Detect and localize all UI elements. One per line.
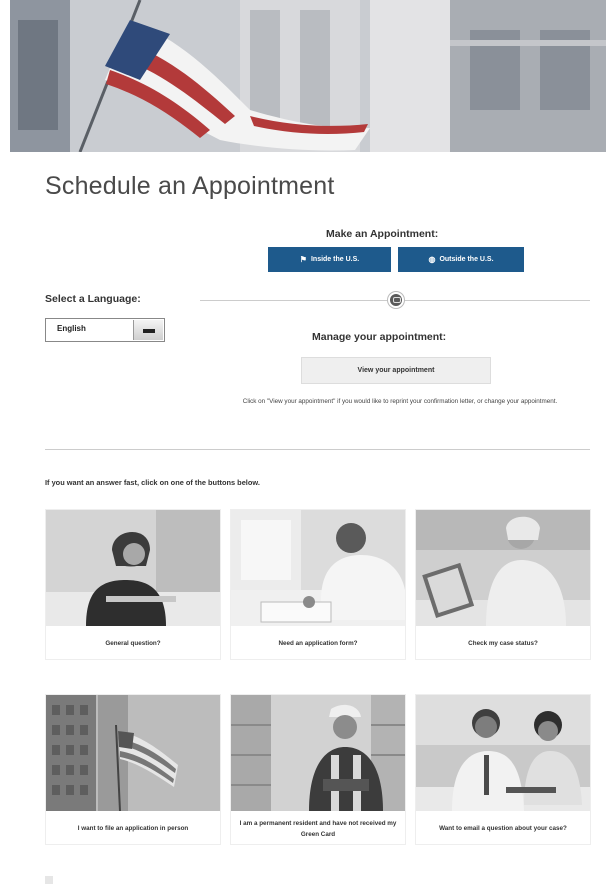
flag-icon: ⚑ — [299, 255, 307, 264]
card-file-in-person[interactable]: I want to file an application in person — [45, 694, 221, 845]
woman-with-tablet-image — [416, 510, 590, 626]
woman-on-phone-image — [46, 510, 220, 626]
warehouse-worker-image — [231, 695, 405, 811]
two-people-laptop-image — [416, 695, 590, 811]
footer-mark — [45, 876, 53, 884]
card-label: I am a permanent resident and have not r… — [239, 819, 397, 838]
outside-us-label: Outside the U.S. — [439, 256, 494, 263]
hero-banner — [10, 0, 606, 152]
card-label: General question? — [105, 640, 161, 647]
card-case-status[interactable]: Check my case status? — [415, 509, 591, 660]
outside-us-button[interactable]: ◍ Outside the U.S. — [398, 247, 524, 272]
view-appointment-button[interactable]: View your appointment — [301, 357, 491, 384]
make-appointment-label: Make an Appointment: — [326, 228, 439, 240]
card-label: Check my case status? — [468, 640, 538, 647]
language-label: Select a Language: — [45, 293, 141, 305]
horizontal-rule — [45, 449, 590, 450]
card-label: Want to email a question about your case… — [439, 825, 567, 832]
inside-us-button[interactable]: ⚑ Inside the U.S. — [268, 247, 391, 272]
dropdown-arrow-icon[interactable] — [133, 320, 163, 340]
man-writing-image — [231, 510, 405, 626]
card-application-form[interactable]: Need an application form? — [230, 509, 406, 660]
building-flag-photo — [10, 0, 606, 152]
globe-icon: ◍ — [428, 255, 436, 264]
calendar-icon — [388, 292, 404, 308]
building-flag-image — [46, 695, 220, 811]
language-select[interactable]: English — [45, 318, 165, 342]
manage-appointment-label: Manage your appointment: — [312, 331, 447, 343]
card-general-question[interactable]: General question? — [45, 509, 221, 660]
card-label: Need an application form? — [278, 640, 358, 647]
quick-help-intro: If you want an answer fast, click on one… — [45, 478, 260, 487]
card-green-card[interactable]: I am a permanent resident and have not r… — [230, 694, 406, 845]
help-text: Click on "View your appointment" if you … — [242, 398, 558, 405]
page-title: Schedule an Appointment — [45, 172, 335, 200]
inside-us-label: Inside the U.S. — [310, 256, 360, 263]
card-email-question[interactable]: Want to email a question about your case… — [415, 694, 591, 845]
card-label: I want to file an application in person — [77, 825, 189, 832]
language-selected-value: English — [57, 324, 86, 333]
